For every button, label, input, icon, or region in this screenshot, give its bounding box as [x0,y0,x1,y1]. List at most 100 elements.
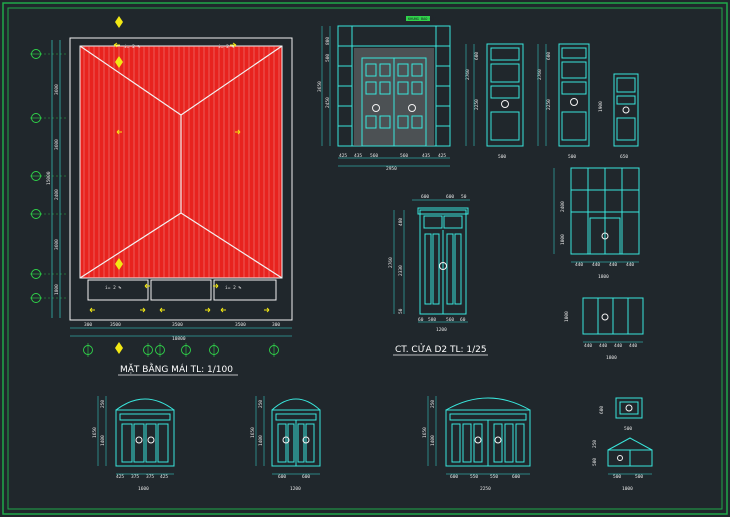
dim-text: 60 [460,317,466,323]
dim-text: 600 [302,474,310,480]
dim-text: 600 [512,474,520,480]
dim-text: 375 [131,474,139,480]
dim-total: 2950 [386,166,397,172]
roof-plan-title: MẶT BẰNG MÁI TL: 1/100 [120,362,233,375]
dim-text: 600 [474,52,480,60]
dim-text: 580 [428,317,436,323]
dim-text: 425 [116,474,124,480]
door-d1-tag-label: KHUNG BAO GỖ [408,16,436,21]
window-s1 [486,43,524,147]
dim-text: 440 [592,262,600,268]
dim-text: 440 [614,343,622,349]
dim-text: 435 [354,153,362,159]
dim-text: 1400 [100,435,106,446]
slope-label: i= 2 % [124,44,141,50]
dim-text: 2250 [546,99,552,110]
small-window-1 [615,397,643,419]
glazed-panel-elevation [582,297,644,335]
door-d1-elevation [337,25,451,147]
small-window-2 [607,437,653,467]
dim-total: 1650 [92,427,98,438]
dim-total: 3650 [317,81,323,92]
cad-drawing: i= 2 % i= 2 % i= 2 % i= 2 % 300 3500 350… [2,2,728,515]
dim-text: 2400 [54,189,60,200]
dim-text: 1400 [258,435,264,446]
dim-total: 15000 [46,171,52,185]
dim-text: 650 [620,154,628,160]
dim-total: 1800 [598,274,609,280]
dim-text: 560 [400,153,408,159]
slope-label: i= 2 % [225,285,242,291]
gutter-panel [150,279,212,301]
dim-text: 3500 [172,322,183,328]
dim-text: 2250 [474,99,480,110]
dim-text: 435 [422,153,430,159]
slope-label: i= 2 % [218,44,235,50]
dim-text: 440 [629,343,637,349]
dim-total: 1200 [290,486,301,492]
dim-text: 250 [258,400,264,408]
dim-text: 600 [446,194,454,200]
slope-label: i= 2 % [105,285,122,291]
drawing-sheet: i= 2 % i= 2 % i= 2 % i= 2 % 300 3500 350… [0,0,730,517]
dim-text: 425 [339,153,347,159]
dim-text: 500 [498,154,506,160]
dim-total: 10800 [172,336,186,342]
dim-text: 440 [626,262,634,268]
dim-text: 500 [325,54,331,62]
dim-text: 1000 [564,311,570,322]
dim-text: 550 [470,474,478,480]
dim-total: 2250 [480,486,491,492]
arched-window-1 [115,398,175,467]
arched-window-2 [271,398,321,467]
dim-total: 1650 [250,427,256,438]
dim-text: 300 [84,322,92,328]
dim-text: 500 [568,154,576,160]
arched-window-3 [445,397,531,467]
dim-text: 500 [613,474,621,480]
dim-text: 425 [438,153,446,159]
dim-text: 440 [599,343,607,349]
gutter-panel [213,279,277,301]
dim-text: 50 [461,194,467,200]
dim-text: 1800 [54,284,60,295]
dim-text: 600 [450,474,458,480]
dim-total: 2760 [388,257,394,268]
dim-text: 1400 [430,435,436,446]
dim-text: 250 [100,400,106,408]
dim-text: 440 [584,343,592,349]
door-d2-title: CT. CỬA D2 TL: 1/25 [395,343,487,355]
dim-text: 60 [418,317,424,323]
dim-text: 1000 [560,234,566,245]
dim-text: 600 [421,194,429,200]
dim-text: 2450 [325,97,331,108]
dim-text: 560 [446,317,454,323]
dim-text: 250 [592,440,598,448]
dim-text: 300 [272,322,280,328]
dim-text: 3600 [54,84,60,95]
dim-text: 2330 [398,265,404,276]
dim-text: 440 [575,262,583,268]
dim-text: 425 [160,474,168,480]
dim-text: 375 [146,474,154,480]
dim-text: 550 [490,474,498,480]
dim-text: 500 [635,474,643,480]
dim-text: 480 [398,218,404,226]
dim-text: 600 [599,406,605,414]
dim-text: 1900 [598,101,604,112]
dim-text: 3600 [54,239,60,250]
dim-text: 3600 [54,139,60,150]
door-d2-elevation [417,207,469,315]
dim-text: 250 [430,400,436,408]
dim-text: 560 [370,153,378,159]
dim-text: 3500 [235,322,246,328]
glazed-wall-elevation [570,167,640,255]
dim-total: 1650 [422,427,428,438]
dim-total: 1200 [436,327,447,333]
dim-text: 600 [278,474,286,480]
dim-text: 500 [624,426,632,432]
window-s2 [558,43,590,147]
dim-text: 600 [546,52,552,60]
grid-axis-bottom [83,343,279,357]
window-s3 [613,73,639,147]
